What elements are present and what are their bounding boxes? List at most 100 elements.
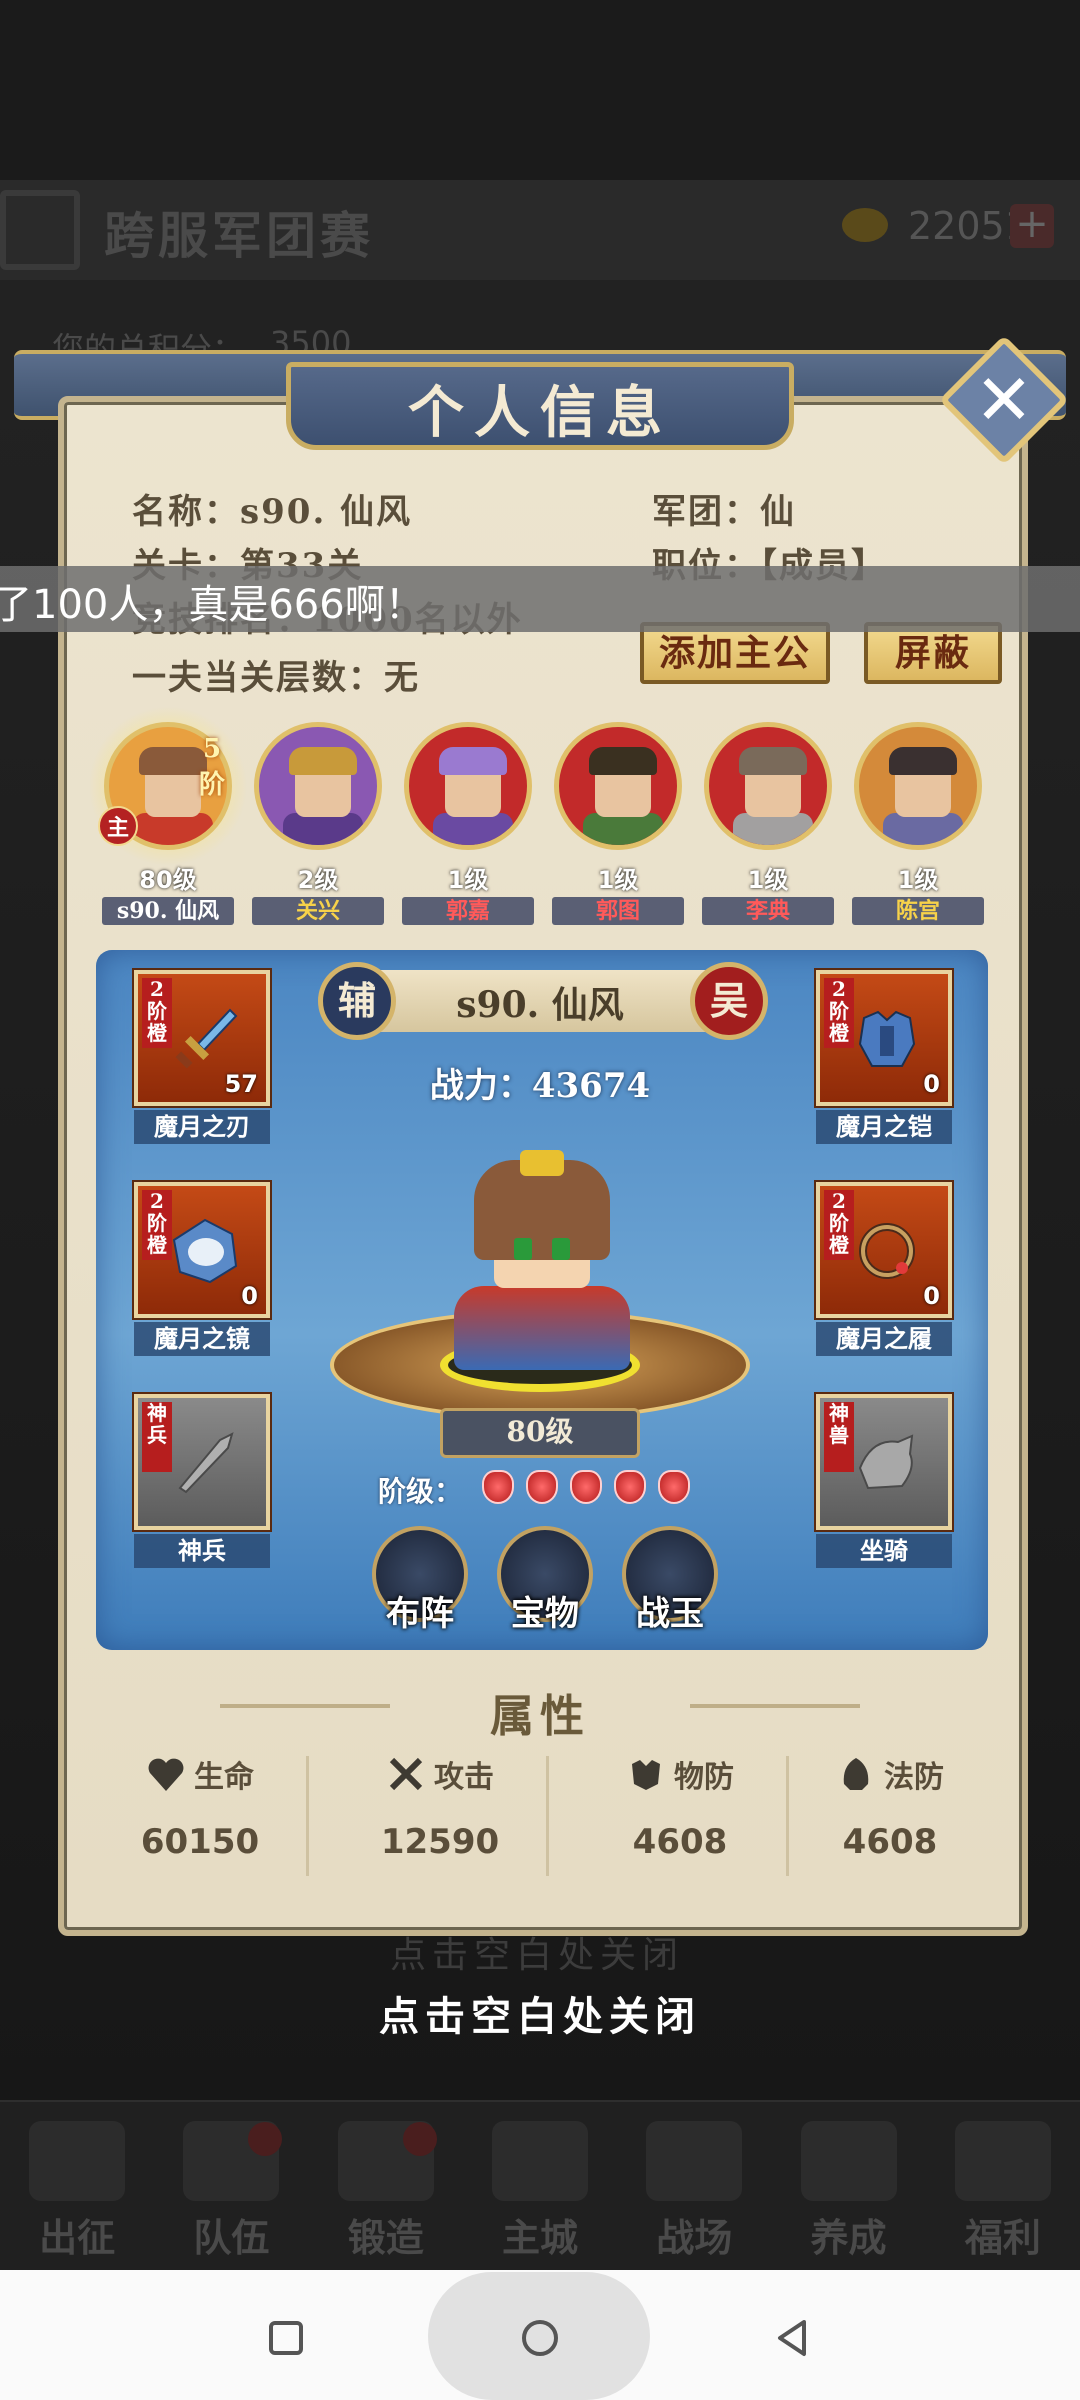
treasure-label: 宝物 (511, 1594, 579, 1634)
tier-gem-icon (570, 1470, 602, 1504)
divine-weapon-icon (178, 1432, 234, 1494)
equip-slot-mount[interactable]: 神兽 坐骑 (816, 1394, 952, 1568)
close-icon[interactable]: ✕ (958, 354, 1050, 446)
tier-gem-icon (482, 1470, 514, 1504)
hero-portrait[interactable] (254, 722, 382, 850)
attr-magic-defense: 法防 4608 (780, 1752, 1000, 1862)
hero-slot-3[interactable]: 1级 郭嘉 (402, 722, 534, 925)
boots-icon (859, 1223, 915, 1279)
equip-name: 魔月之刃 (134, 1110, 270, 1144)
attr-label-text: 物防 (674, 1760, 734, 1795)
attr-label: 物防 (570, 1752, 790, 1796)
armor-icon (858, 1010, 916, 1067)
blade-icon (175, 1008, 238, 1069)
hero-slot-2[interactable]: 2级 关兴 (252, 722, 384, 925)
tier-label: 阶级： (378, 1475, 463, 1508)
nav-label: 福利 (964, 2215, 1041, 2260)
hero-portrait[interactable] (404, 722, 532, 850)
hero-hair (739, 747, 807, 775)
attr-label: 法防 (780, 1752, 1000, 1796)
equip-name: 坐骑 (816, 1534, 952, 1568)
recent-apps-icon[interactable] (256, 2308, 316, 2368)
hero-level-plate: 80级 (440, 1408, 640, 1458)
develop-icon (800, 2121, 897, 2201)
equip-name: 魔月之镜 (134, 1322, 270, 1356)
equip-box[interactable]: 2阶橙 0 (816, 970, 952, 1106)
battlefield-icon (646, 2121, 743, 2201)
attr-attack: 攻击 12590 (330, 1752, 550, 1862)
hero-detail-name: s90. 仙风 (456, 984, 624, 1026)
attr-label: 攻击 (330, 1752, 550, 1796)
add-gold-button: + (1010, 204, 1054, 248)
nav-item-team[interactable]: 队伍 (166, 2112, 296, 2262)
armor-defense-icon (632, 1760, 660, 1790)
treasure-button[interactable]: 宝物 (495, 1526, 595, 1635)
hero-body (283, 813, 363, 845)
nav-item-expedition[interactable]: 出征 (12, 2112, 142, 2262)
main-city-icon (491, 2121, 588, 2201)
faction-badge: 吴 (690, 962, 768, 1040)
equip-count: 0 (923, 1282, 940, 1310)
equip-box[interactable]: 2阶橙 0 (134, 1182, 270, 1318)
helmet-icon (843, 1758, 869, 1790)
jade-label: 战玉 (636, 1594, 704, 1634)
hero-slot-6[interactable]: 1级 陈宫 (852, 722, 984, 925)
tap-to-close-hint[interactable]: 点击空白处关闭 (290, 1984, 790, 2042)
equip-box[interactable]: 神兵 (134, 1394, 270, 1530)
nav-item-develop[interactable]: 养成 (784, 2112, 914, 2262)
player-legion: 军团：仙 (652, 492, 796, 532)
hero-body (583, 813, 663, 845)
equip-slot-divine-weapon[interactable]: 神兵 神兵 (134, 1394, 270, 1568)
jade-button[interactable]: 战玉 (620, 1526, 720, 1635)
hero-slot-1[interactable]: 5阶 主 80级 s90. 仙风 (88, 706, 248, 925)
formation-label: 布阵 (386, 1594, 454, 1634)
hero-hair (289, 747, 357, 775)
hero-slot-5[interactable]: 1级 李典 (702, 722, 834, 925)
background-title: 跨服军团赛 (104, 206, 374, 265)
home-icon[interactable] (510, 2308, 570, 2368)
expedition-icon (29, 2121, 126, 2201)
nav-label: 出征 (39, 2215, 116, 2260)
equip-tier-tag: 2阶橙 (824, 1190, 854, 1260)
equip-count: 0 (241, 1282, 258, 1310)
equip-box[interactable]: 2阶橙 0 (816, 1182, 952, 1318)
tier-gem-icon (658, 1470, 690, 1504)
attr-label: 生命 (90, 1752, 310, 1796)
lord-badge: 主 (98, 806, 138, 846)
equip-tier-tag: 2阶橙 (824, 978, 854, 1048)
formation-button[interactable]: 布阵 (370, 1526, 470, 1635)
nav-item-battlefield[interactable]: 战场 (629, 2112, 759, 2262)
hero-hair (589, 747, 657, 775)
hero-name: 关兴 (252, 897, 384, 925)
hero-slot-4[interactable]: 1级 郭图 (552, 722, 684, 925)
hero-body (433, 813, 513, 845)
attr-label-text: 攻击 (434, 1760, 494, 1795)
combat-power: 战力：43674 (429, 1066, 651, 1106)
hero-star-badge: 5阶 (198, 734, 225, 800)
hero-level: 2级 (297, 866, 339, 894)
hero-portrait[interactable] (554, 722, 682, 850)
equip-slot-mirror[interactable]: 2阶橙 0 魔月之镜 (134, 1182, 270, 1356)
crossed-swords-icon (389, 1757, 423, 1791)
attr-label-text: 法防 (884, 1760, 944, 1795)
nav-item-main-city[interactable]: 主城 (475, 2112, 605, 2262)
hero-body (733, 813, 813, 845)
equip-slot-armor[interactable]: 2阶橙 0 魔月之铠 (816, 970, 952, 1144)
hero-portrait[interactable] (854, 722, 982, 850)
hero-portrait[interactable] (704, 722, 832, 850)
back-nav-icon[interactable] (762, 2308, 822, 2368)
character-eye-left (514, 1238, 532, 1260)
equip-box[interactable]: 2阶橙 57 (134, 970, 270, 1106)
hero-name: 郭图 (552, 897, 684, 925)
hero-body (883, 813, 963, 845)
hero-level: 1级 (747, 866, 789, 894)
equip-slot-blade[interactable]: 2阶橙 57 魔月之刃 (134, 970, 270, 1144)
nav-item-welfare[interactable]: 福利 (938, 2112, 1068, 2262)
nav-item-forge[interactable]: 锻造 (321, 2112, 451, 2262)
attr-value: 4608 (842, 1822, 938, 1862)
equip-box[interactable]: 神兽 (816, 1394, 952, 1530)
hero-name: 李典 (702, 897, 834, 925)
mirror-icon (172, 1218, 238, 1284)
attr-label-text: 生命 (194, 1760, 254, 1795)
equip-slot-boots[interactable]: 2阶橙 0 魔月之履 (816, 1182, 952, 1356)
